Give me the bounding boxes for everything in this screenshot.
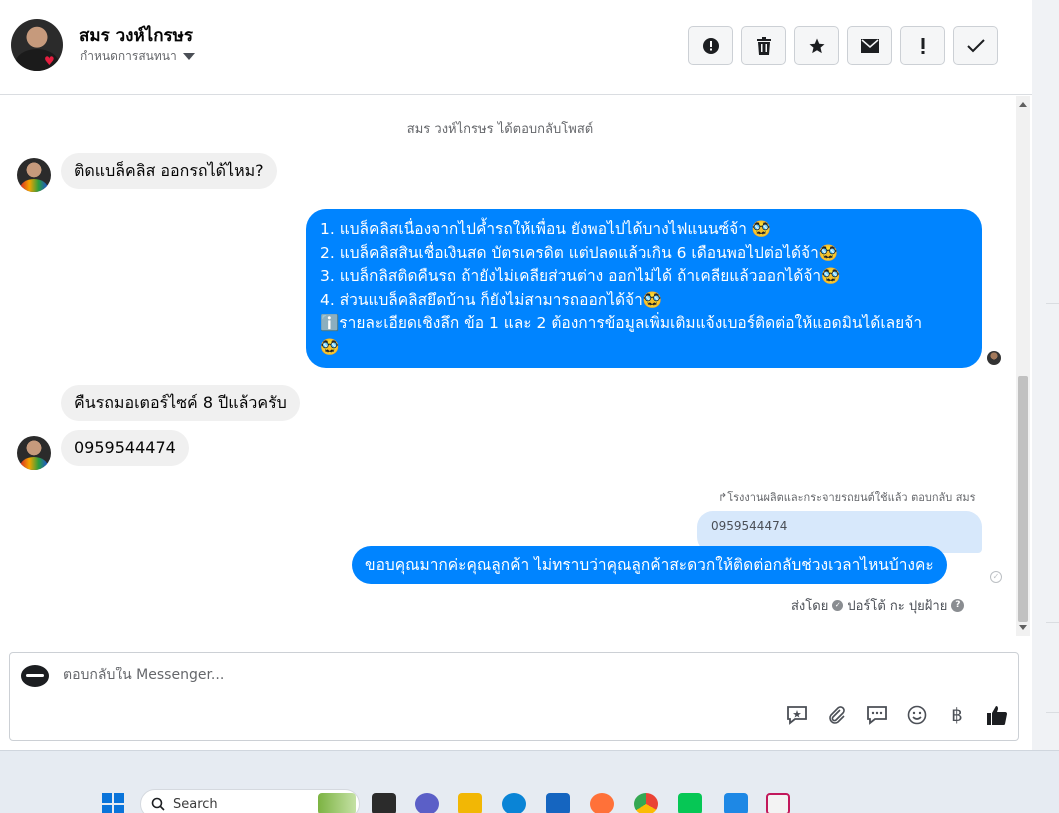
search-placeholder: Search (173, 796, 218, 812)
contact-avatar[interactable]: ♥ (11, 19, 63, 71)
sent-by-prefix: ส่งโดย (791, 599, 829, 614)
widget-icon[interactable] (318, 793, 356, 813)
follow-up-button[interactable] (900, 26, 945, 65)
report-spam-button[interactable] (688, 26, 733, 65)
message-line: 1. แบล็คลิสเนื่องจากไปค้ำรถให้เพื่อน ยัง… (320, 220, 772, 238)
thread-scrollbar[interactable] (1016, 96, 1030, 636)
incoming-message[interactable]: ติดแบล็คลิส ออกรถได้ไหม? (61, 153, 277, 189)
heart-icon: ♥ (44, 54, 55, 68)
incoming-message[interactable]: 0959544474 (61, 430, 189, 466)
star-button[interactable] (794, 26, 839, 65)
chat-bubble-glyph (867, 706, 887, 725)
file-explorer-icon[interactable] (458, 793, 482, 813)
mark-done-button[interactable] (953, 26, 998, 65)
saved-replies-glyph (787, 706, 807, 725)
search-icon (151, 797, 165, 811)
conversation-toolbar (688, 26, 998, 65)
incoming-message[interactable]: คืนรถมอเตอร์ไซค์ 8 ปีแล้วครับ (61, 385, 300, 421)
message-line: 4. ส่วนแบล็คลิสยึดบ้าน ก็ยังไม่สามารถออก… (320, 290, 663, 309)
reply-input[interactable] (63, 667, 763, 683)
line-icon[interactable] (678, 793, 702, 813)
windows-start-icon[interactable] (102, 793, 124, 813)
outgoing-message[interactable]: ขอบคุณมากค่ะคุณลูกค้า ไม่ทราบว่าคุณลูกค้… (352, 546, 947, 584)
store-icon[interactable] (546, 793, 570, 813)
caret-down-icon (182, 53, 195, 60)
divider (1046, 622, 1059, 623)
notepad-icon[interactable] (724, 793, 748, 813)
sent-by: ส่งโดย ✓ ปอร์โต้ กะ ปุยฝ้าย ? (791, 595, 965, 616)
trash-icon (756, 36, 771, 55)
message-line: 3. แบล็กลิสติดคืนรถ ถ้ายังไม่เคลียส่วนต่… (320, 267, 841, 286)
message-line: 🥸 (320, 337, 340, 356)
envelope-icon (860, 38, 879, 53)
windows-taskbar: Search (0, 750, 1059, 813)
firefox-icon[interactable] (590, 793, 614, 813)
mark-unread-button[interactable] (847, 26, 892, 65)
message-line: 2. แบล็คลิสสินเชื่อเงินสด บัตรเครดิต แต่… (320, 243, 839, 262)
exclamation-icon (921, 37, 924, 54)
delete-button[interactable] (741, 26, 786, 65)
assign-conversation-dropdown[interactable]: กำหนดการสนทนา (80, 47, 195, 66)
sent-check-icon: ✓ (990, 571, 1002, 583)
task-view-icon[interactable] (372, 793, 396, 813)
attach-icon[interactable] (825, 703, 849, 727)
reply-label: ↱โรงงานผลิตและกระจายรถยนต์ใช้แล้ว ตอบกลั… (718, 491, 976, 504)
saved-replies-icon[interactable] (785, 703, 809, 727)
snipping-tool-icon[interactable] (766, 793, 790, 813)
thumbs-up-glyph (987, 706, 1007, 725)
payment-icon[interactable]: ฿ (945, 703, 969, 727)
conversation-panel: ♥ สมร วงห์ไกรษร กำหนดการสนทนา สมร วงห์ไก… (0, 0, 1032, 750)
divider (1046, 712, 1059, 713)
message-line: ℹ️รายละเอียดเชิงลึก ข้อ 1 และ 2 ต้องการข… (320, 314, 923, 333)
contact-name[interactable]: สมร วงห์ไกรษร (79, 22, 193, 49)
alert-circle-icon (702, 37, 719, 54)
composer-tools: ฿ (785, 703, 1009, 727)
sent-by-name: ปอร์โต้ กะ ปุยฝ้าย (847, 599, 948, 614)
chat-bubble-icon[interactable] (865, 703, 889, 727)
help-icon[interactable]: ? (951, 599, 965, 612)
smiley-glyph (907, 705, 927, 725)
scrollbar-thumb[interactable] (1018, 376, 1028, 622)
divider (1046, 303, 1059, 304)
chrome-icon[interactable] (634, 793, 658, 813)
edge-icon[interactable] (502, 793, 526, 813)
contact-avatar-small[interactable] (17, 158, 51, 192)
contact-avatar-small[interactable] (17, 436, 51, 470)
check-icon (966, 38, 985, 52)
emoji-icon[interactable] (905, 703, 929, 727)
scroll-down-arrow-icon[interactable] (1019, 625, 1027, 630)
system-note: สมร วงห์ไกรษร ได้ตอบกลับโพสต์ (406, 122, 594, 137)
right-background-strip (1032, 0, 1059, 750)
page-logo (21, 665, 49, 687)
message-thread: สมร วงห์ไกรษร ได้ตอบกลับโพสต์ ติดแบล็คลิ… (0, 96, 1015, 636)
like-icon[interactable] (985, 703, 1009, 727)
paperclip-glyph (829, 706, 845, 724)
teams-icon[interactable] (415, 793, 439, 813)
star-icon (809, 38, 824, 53)
scroll-up-arrow-icon[interactable] (1019, 102, 1027, 107)
verified-check-icon: ✓ (832, 600, 844, 611)
reply-composer: ฿ (9, 652, 1019, 741)
seen-avatar (987, 351, 1001, 365)
outgoing-message[interactable]: 1. แบล็คลิสเนื่องจากไปค้ำรถให้เพื่อน ยัง… (306, 209, 982, 368)
conversation-header: ♥ สมร วงห์ไกรษร กำหนดการสนทนา (0, 0, 1032, 95)
assign-label: กำหนดการสนทนา (80, 49, 177, 63)
